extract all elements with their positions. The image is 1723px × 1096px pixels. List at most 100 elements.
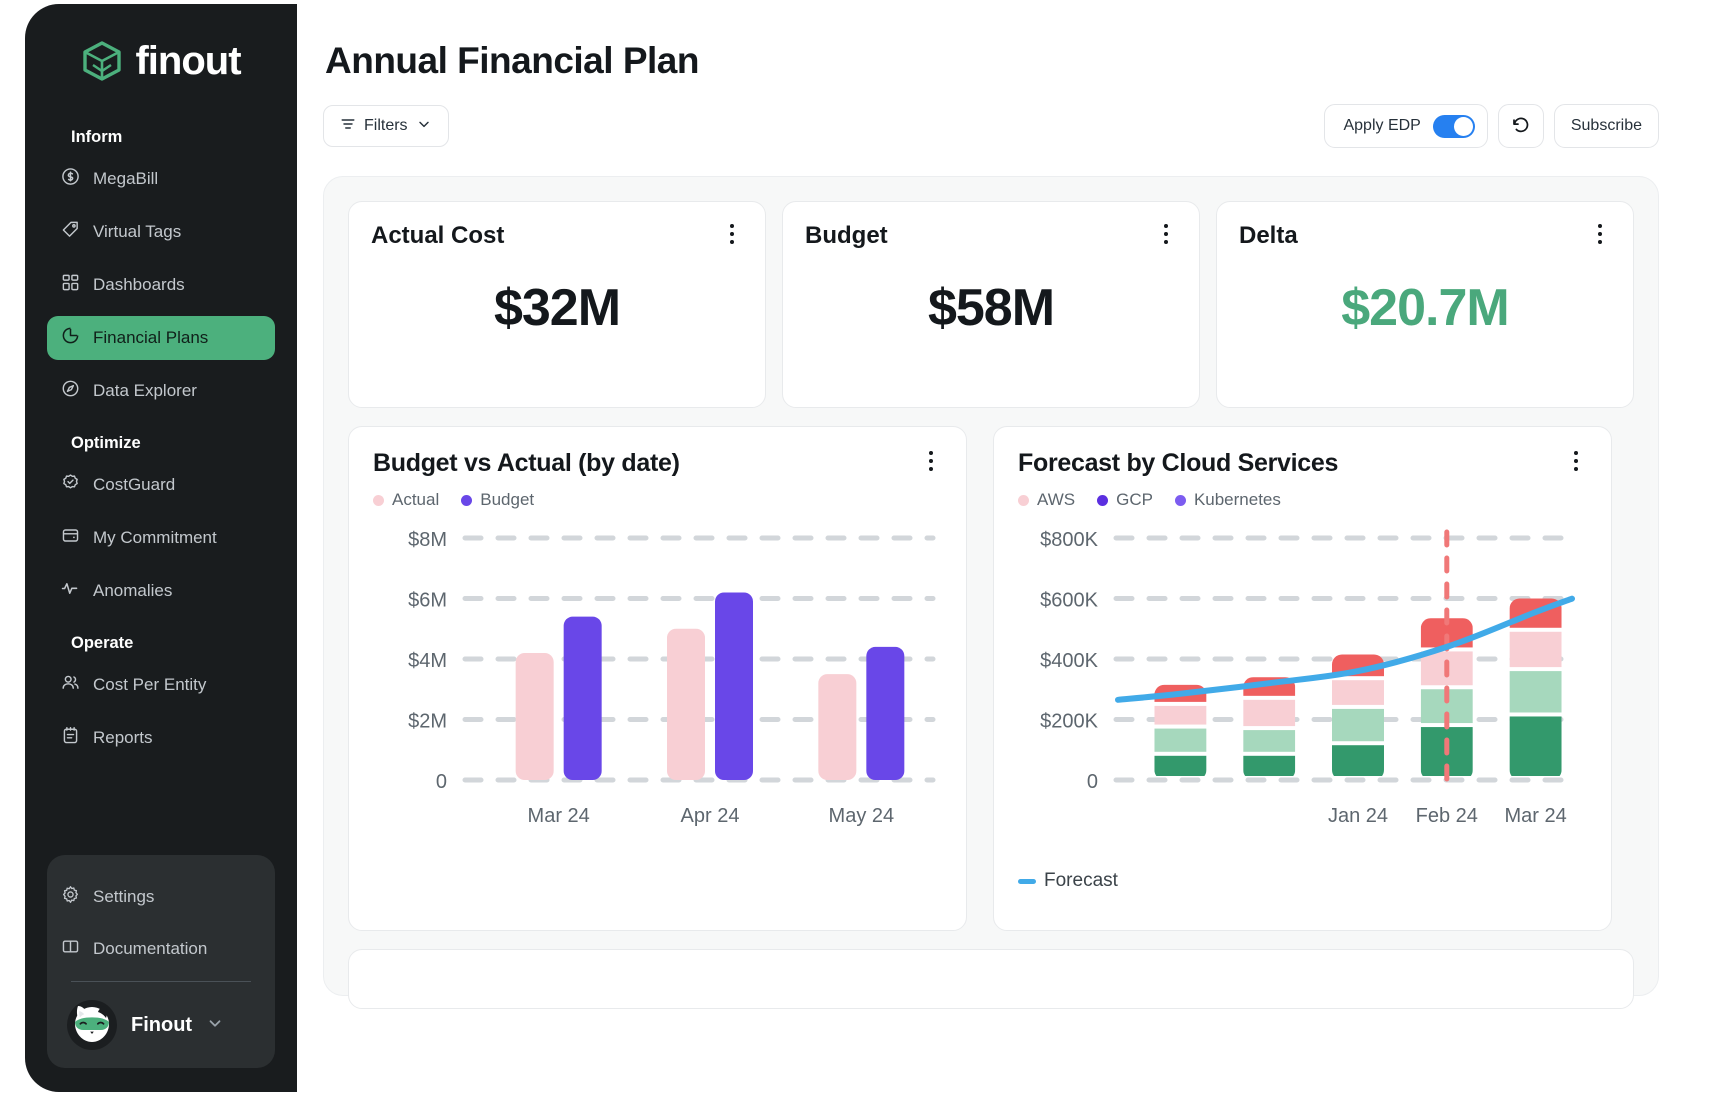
kpi-card-budget: Budget $58M — [782, 201, 1200, 408]
chevron-down-icon[interactable] — [206, 1014, 224, 1037]
legend-label: GCP — [1116, 490, 1153, 510]
chart-legend: Actual Budget — [373, 490, 942, 510]
svg-text:$6M: $6M — [408, 590, 447, 612]
legend-item-aws[interactable]: AWS — [1018, 490, 1075, 510]
toolbar-actions: Apply EDP Subscribe — [1324, 104, 1659, 148]
kebab-menu-icon[interactable] — [1565, 449, 1587, 473]
sidebar-item-label: MegaBill — [93, 169, 158, 189]
reset-button[interactable] — [1498, 104, 1544, 148]
budget-vs-actual-plot: 0$2M$4M$6M$8MMar 24Apr 24May 24 — [373, 524, 942, 874]
brand-logo[interactable]: finout — [25, 4, 297, 82]
sidebar-section-inform: Inform — [47, 116, 275, 157]
kebab-menu-icon[interactable] — [920, 449, 942, 473]
kpi-value: $20.7M — [1239, 250, 1611, 387]
sidebar-item-settings[interactable]: Settings — [47, 875, 275, 919]
sidebar-item-my-commitment[interactable]: My Commitment — [47, 516, 275, 560]
book-icon — [61, 937, 80, 961]
sidebar-item-label: Cost Per Entity — [93, 675, 206, 695]
svg-text:$200K: $200K — [1040, 711, 1098, 733]
kpi-row: Actual Cost $32M Budget $58M Delta — [348, 201, 1634, 408]
sidebar-item-documentation[interactable]: Documentation — [47, 927, 275, 971]
filter-icon — [340, 116, 356, 137]
legend-line-forecast — [1018, 879, 1036, 884]
svg-text:0: 0 — [1087, 771, 1098, 793]
app-root: finout Inform MegaBill Virtual Tags — [0, 0, 1723, 1096]
forecast-plot: 0$200K$400K$600K$800KJan 24Feb 24Mar 24 — [1018, 524, 1587, 874]
grid-icon — [61, 273, 80, 297]
chart-title: Budget vs Actual (by date) — [373, 449, 680, 478]
sidebar-item-megabill[interactable]: MegaBill — [47, 157, 275, 201]
brand-name: finout — [135, 41, 240, 81]
apply-edp-label: Apply EDP — [1343, 117, 1420, 135]
sidebar-item-label: Financial Plans — [93, 328, 208, 348]
apply-edp-toggle[interactable]: Apply EDP — [1324, 104, 1487, 148]
legend-dot-budget — [461, 495, 472, 506]
badge-check-icon — [61, 473, 80, 497]
svg-text:$400K: $400K — [1040, 650, 1098, 672]
chart-title: Forecast by Cloud Services — [1018, 449, 1338, 478]
profile-switcher[interactable]: Finout — [47, 986, 275, 1068]
dashboard-panel: Actual Cost $32M Budget $58M Delta — [323, 176, 1659, 996]
subscribe-button[interactable]: Subscribe — [1554, 104, 1659, 148]
kpi-title: Actual Cost — [371, 222, 504, 250]
apply-edp-switch[interactable] — [1433, 115, 1475, 138]
chart-card-forecast-cloud: Forecast by Cloud Services AWS GCP — [993, 426, 1612, 931]
sidebar-item-costguard[interactable]: CostGuard — [47, 463, 275, 507]
wallet-icon — [61, 526, 80, 550]
tag-icon — [61, 220, 80, 244]
legend-item-budget[interactable]: Budget — [461, 490, 534, 510]
sidebar-item-label: Anomalies — [93, 581, 172, 601]
svg-text:Feb 24: Feb 24 — [1416, 805, 1478, 827]
chart-legend: AWS GCP Kubernetes — [1018, 490, 1587, 510]
kpi-value: $32M — [371, 250, 743, 387]
legend-dot-actual — [373, 495, 384, 506]
sidebar-item-label: Data Explorer — [93, 381, 197, 401]
legend-dot-aws — [1018, 495, 1029, 506]
sidebar-section-optimize: Optimize — [47, 422, 275, 463]
bar-chart-svg: 0$2M$4M$6M$8MMar 24Apr 24May 24 — [373, 524, 943, 869]
sidebar: finout Inform MegaBill Virtual Tags — [25, 4, 297, 1092]
dollar-circle-icon — [61, 167, 80, 191]
filters-label: Filters — [364, 117, 408, 135]
charts-row: Budget vs Actual (by date) Actual Budget — [348, 426, 1634, 931]
svg-text:Apr 24: Apr 24 — [681, 805, 740, 827]
svg-text:0: 0 — [436, 771, 447, 793]
legend-dot-gcp — [1097, 495, 1108, 506]
sidebar-item-data-explorer[interactable]: Data Explorer — [47, 369, 275, 413]
sidebar-item-cost-per-entity[interactable]: Cost Per Entity — [47, 663, 275, 707]
legend-item-kubernetes[interactable]: Kubernetes — [1175, 490, 1281, 510]
chevron-down-icon — [416, 116, 432, 137]
svg-text:May 24: May 24 — [829, 805, 895, 827]
legend-label: Kubernetes — [1194, 490, 1281, 510]
kpi-card-delta: Delta $20.7M — [1216, 201, 1634, 408]
sidebar-item-label: CostGuard — [93, 475, 175, 495]
filters-button[interactable]: Filters — [323, 105, 449, 147]
legend-label: AWS — [1037, 490, 1075, 510]
sidebar-item-anomalies[interactable]: Anomalies — [47, 569, 275, 613]
sidebar-item-financial-plans[interactable]: Financial Plans — [47, 316, 275, 360]
footer-divider — [71, 981, 251, 982]
sidebar-item-label: Documentation — [93, 939, 207, 959]
svg-text:Mar 24: Mar 24 — [1504, 805, 1566, 827]
legend-item-gcp[interactable]: GCP — [1097, 490, 1153, 510]
sidebar-item-virtual-tags[interactable]: Virtual Tags — [47, 210, 275, 254]
svg-text:Mar 24: Mar 24 — [528, 805, 590, 827]
legend-label: Actual — [392, 490, 439, 510]
gear-icon — [61, 885, 80, 909]
toolbar: Filters Apply EDP — [323, 104, 1659, 148]
partial-card-below — [348, 949, 1634, 1009]
main-content: Annual Financial Plan Filters Apply EDP — [297, 4, 1699, 1092]
kebab-menu-icon[interactable] — [721, 222, 743, 246]
kebab-menu-icon[interactable] — [1155, 222, 1177, 246]
legend-item-actual[interactable]: Actual — [373, 490, 439, 510]
sidebar-item-label: Settings — [93, 887, 154, 907]
svg-text:$800K: $800K — [1040, 529, 1098, 551]
sidebar-item-reports[interactable]: Reports — [47, 716, 275, 760]
sidebar-item-dashboards[interactable]: Dashboards — [47, 263, 275, 307]
legend-dot-kubernetes — [1175, 495, 1186, 506]
svg-text:Jan 24: Jan 24 — [1328, 805, 1388, 827]
kebab-menu-icon[interactable] — [1589, 222, 1611, 246]
clipboard-icon — [61, 726, 80, 750]
undo-icon — [1510, 114, 1531, 138]
legend-label: Budget — [480, 490, 534, 510]
